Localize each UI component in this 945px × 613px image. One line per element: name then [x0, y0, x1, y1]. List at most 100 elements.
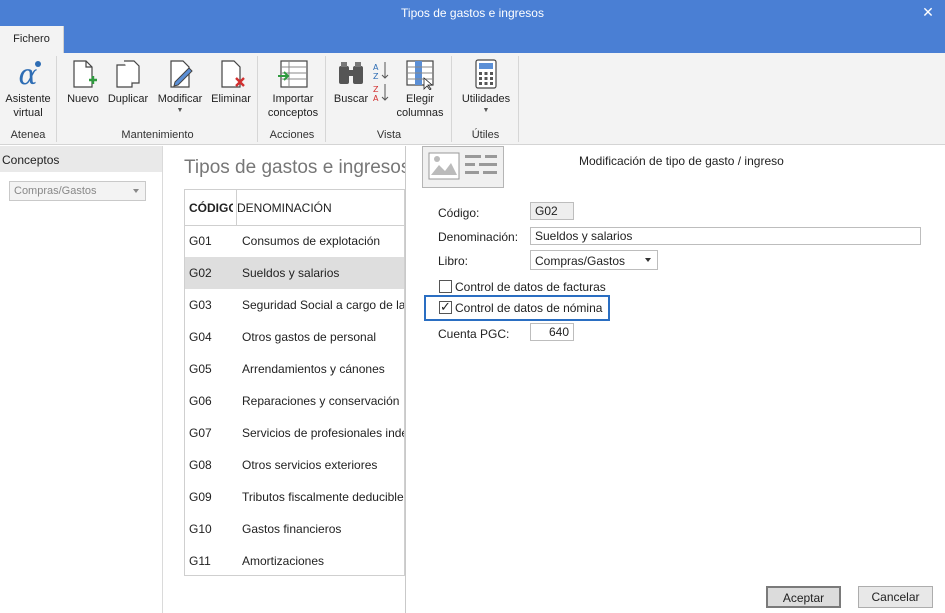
- group-label-atenea: Atenea: [10, 129, 46, 141]
- alpha-icon: α: [19, 58, 41, 90]
- table-row-selected[interactable]: G02 Sueldos y salarios: [185, 257, 404, 289]
- table-row[interactable]: G04 Otros gastos de personal: [185, 321, 404, 353]
- importar-conceptos-label: Importar conceptos: [267, 93, 319, 119]
- row-code: G10: [189, 522, 212, 536]
- chevron-down-icon: [645, 258, 651, 262]
- utilidades-button[interactable]: Utilidades ▼: [457, 58, 515, 116]
- table-row[interactable]: G10 Gastos financieros: [185, 513, 404, 545]
- row-name: Tributos fiscalmente deducibles: [242, 490, 405, 504]
- table-row[interactable]: G05 Arrendamientos y cánones: [185, 353, 404, 385]
- duplicar-button[interactable]: Duplicar: [102, 58, 154, 106]
- row-name: Servicios de profesionales independiente…: [242, 426, 404, 440]
- import-icon: [278, 60, 308, 88]
- duplicate-icon: [116, 60, 140, 88]
- row-code: G01: [189, 234, 212, 248]
- utilidades-label: Utilidades: [461, 93, 511, 105]
- table-row[interactable]: G03 Seguridad Social a cargo de la empres…: [185, 289, 405, 321]
- importar-conceptos-button[interactable]: Importar conceptos: [263, 58, 323, 120]
- eliminar-button[interactable]: Eliminar: [206, 58, 256, 106]
- group-label-utiles: Útiles: [471, 129, 500, 141]
- elegir-columnas-button[interactable]: Elegir columnas: [393, 58, 447, 120]
- svg-text:α: α: [19, 58, 38, 90]
- table-row[interactable]: G07 Servicios de profesionales independie…: [185, 417, 404, 449]
- row-code: G06: [189, 394, 212, 408]
- cuenta-pgc-label: Cuenta PGC:: [438, 327, 510, 341]
- control-facturas-checkbox[interactable]: [439, 280, 452, 293]
- edit-document-icon: [170, 60, 193, 88]
- group-label-vista: Vista: [376, 129, 402, 141]
- svg-text:A: A: [373, 94, 379, 102]
- cuenta-pgc-field[interactable]: 640: [530, 323, 574, 341]
- row-name: Consumos de explotación: [242, 234, 381, 248]
- row-code: G08: [189, 458, 212, 472]
- sort-icon: A Z Z A: [373, 62, 389, 103]
- asistente-virtual-button[interactable]: α Asistente virtual: [2, 58, 54, 120]
- table-row[interactable]: G09 Tributos fiscalmente deducibles: [185, 481, 405, 513]
- concepto-select-value: Compras/Gastos: [14, 185, 97, 197]
- svg-text:Z: Z: [373, 72, 379, 81]
- close-icon[interactable]: ✕: [919, 3, 937, 21]
- eliminar-label: Eliminar: [211, 93, 251, 105]
- row-name: Seguridad Social a cargo de la empresa: [242, 298, 405, 312]
- ribbon-tabs: Fichero: [0, 26, 945, 53]
- asistente-virtual-label: Asistente virtual: [5, 93, 51, 119]
- data-grid: CÓDIGO DENOMINACIÓN G01 Consumos de explo…: [184, 189, 405, 576]
- table-row[interactable]: G11 Amortizaciones: [185, 545, 404, 575]
- sort-button[interactable]: A Z Z A: [371, 58, 391, 106]
- nuevo-button[interactable]: Nuevo: [64, 58, 102, 106]
- table-row[interactable]: G08 Otros servicios exteriores: [185, 449, 404, 481]
- libro-dropdown[interactable]: Compras/Gastos: [530, 250, 658, 270]
- denominacion-label: Denominación:: [438, 230, 519, 244]
- tab-fichero[interactable]: Fichero: [0, 26, 64, 53]
- grid-header: CÓDIGO DENOMINACIÓN: [185, 190, 404, 226]
- column-header-codigo[interactable]: CÓDIGO: [189, 201, 233, 215]
- row-code: G07: [189, 426, 212, 440]
- elegir-columnas-label: Elegir columnas: [396, 93, 444, 119]
- buscar-label: Buscar: [333, 93, 369, 105]
- ribbon-group-utiles: Utilidades ▼ Útiles: [453, 56, 519, 142]
- chevron-down-icon: ▼: [482, 107, 490, 114]
- binoculars-icon: [339, 62, 363, 84]
- control-facturas-label: Control de datos de facturas: [455, 280, 606, 294]
- window-title: Tipos de gastos e ingresos: [401, 6, 544, 20]
- cancelar-button[interactable]: Cancelar: [858, 586, 933, 608]
- ribbon: α Asistente virtual Atenea Nuevo Duplica…: [0, 53, 945, 145]
- ribbon-group-vista: Buscar A Z Z A Elegir columnas Vista: [327, 56, 452, 142]
- group-label-acciones: Acciones: [269, 129, 315, 141]
- row-code: G09: [189, 490, 212, 504]
- aceptar-button[interactable]: Aceptar: [766, 586, 841, 608]
- duplicar-label: Duplicar: [107, 93, 149, 105]
- row-code: G11: [189, 554, 211, 568]
- control-nomina-checkbox[interactable]: ✓: [439, 299, 452, 314]
- row-code: G04: [189, 330, 212, 344]
- row-name: Arrendamientos y cánones: [242, 362, 385, 376]
- codigo-field[interactable]: G02: [530, 202, 574, 220]
- left-pane: Conceptos Compras/Gastos: [0, 146, 163, 613]
- nuevo-label: Nuevo: [67, 93, 99, 105]
- chevron-down-icon: [133, 189, 139, 193]
- title-bar: Tipos de gastos e ingresos ✕: [0, 0, 945, 26]
- conceptos-header: Conceptos: [0, 146, 162, 172]
- libro-label: Libro:: [438, 254, 469, 268]
- row-name: Sueldos y salarios: [242, 266, 340, 280]
- column-header-denominacion[interactable]: DENOMINACIÓN: [237, 201, 332, 215]
- buscar-button[interactable]: Buscar: [331, 58, 371, 106]
- row-name: Otros gastos de personal: [242, 330, 377, 344]
- modificar-button[interactable]: Modificar ▼: [154, 58, 206, 116]
- ribbon-group-acciones: Importar conceptos Acciones: [259, 56, 326, 142]
- table-row[interactable]: G06 Reparaciones y conservación: [185, 385, 404, 417]
- table-row[interactable]: G01 Consumos de explotación: [185, 225, 404, 257]
- new-document-icon: [73, 60, 97, 88]
- delete-document-icon: [221, 60, 245, 88]
- codigo-label: Código:: [438, 206, 480, 220]
- dialog-title: Modificación de tipo de gasto / ingreso: [579, 154, 784, 168]
- denominacion-field[interactable]: Sueldos y salarios: [530, 227, 921, 245]
- row-name: Otros servicios exteriores: [242, 458, 378, 472]
- edit-dialog: Modificación de tipo de gasto / ingreso: [406, 146, 945, 613]
- ribbon-group-atenea: α Asistente virtual Atenea: [0, 56, 57, 142]
- checkmark-icon: ✓: [440, 299, 451, 314]
- concepto-select[interactable]: Compras/Gastos: [9, 181, 146, 201]
- svg-text:Z: Z: [373, 85, 379, 94]
- choose-columns-icon: [406, 60, 434, 90]
- row-name: Reparaciones y conservación: [242, 394, 400, 408]
